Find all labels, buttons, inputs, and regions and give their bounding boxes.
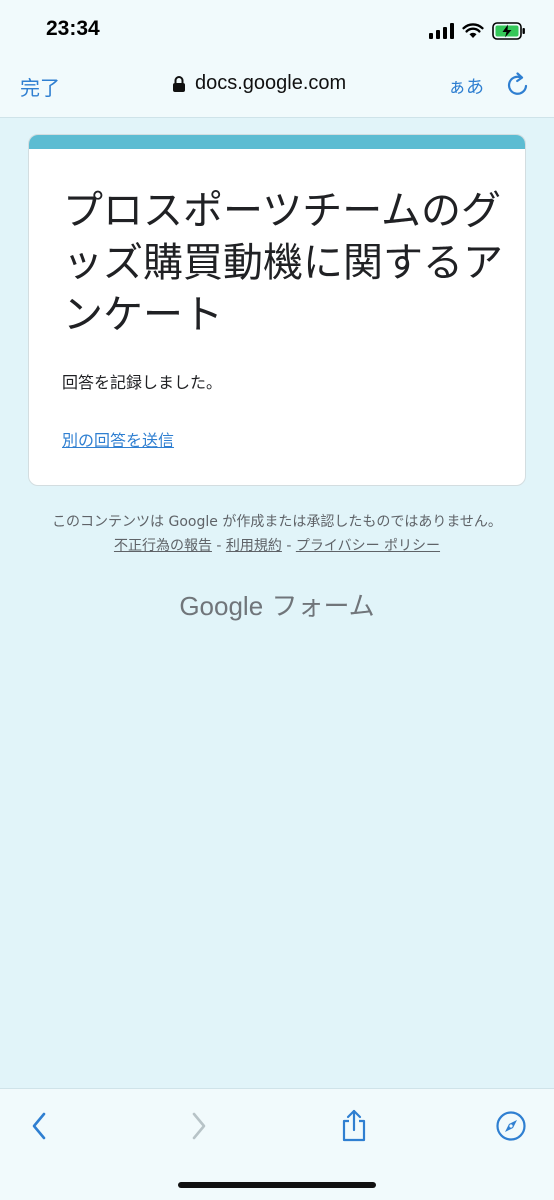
disclaimer-text: このコンテンツは Google が作成または承認したものではありません。 [52, 514, 502, 530]
form-title: プロスポーツチームのグッズ購買動機に関するアンケート [63, 188, 503, 338]
done-button[interactable]: 完了 [20, 72, 60, 101]
footer-separator: - [281, 538, 296, 554]
compass-icon [496, 1111, 526, 1141]
brand-forms: フォーム [271, 592, 375, 622]
chevron-right-icon [192, 1112, 206, 1140]
terms-link[interactable]: 利用規約 [226, 538, 282, 554]
forward-button[interactable] [182, 1109, 216, 1143]
confirmation-message: 回答を記録しました。 [62, 373, 223, 392]
url-text: docs.google.com [195, 72, 347, 94]
status-icons [429, 20, 526, 42]
back-button[interactable] [22, 1109, 56, 1143]
battery-charging-icon [492, 22, 525, 40]
share-button[interactable] [337, 1109, 371, 1143]
text-size-button[interactable]: ぁあ [448, 73, 484, 99]
chevron-left-icon [32, 1112, 46, 1140]
form-confirmation-card: プロスポーツチームのグッズ購買動機に関するアンケート 回答を記録しました。 別の… [28, 134, 526, 486]
address-field[interactable]: docs.google.com [172, 72, 346, 95]
home-indicator[interactable] [178, 1182, 376, 1188]
brand-google: Google [179, 591, 264, 621]
share-icon [342, 1109, 366, 1142]
footer-disclaimer: このコンテンツは Google が作成または承認したものではありません。 不正行… [44, 510, 510, 558]
report-abuse-link[interactable]: 不正行為の報告 [114, 538, 212, 554]
lock-icon [173, 75, 185, 92]
cellular-signal-icon [429, 23, 454, 39]
google-forms-logo[interactable]: Google フォーム [0, 586, 554, 623]
status-bar: 23:34 [0, 0, 554, 60]
safari-button[interactable] [494, 1109, 528, 1143]
privacy-policy-link[interactable]: プライバシー ポリシー [296, 538, 440, 554]
status-time: 23:34 [46, 17, 100, 40]
submit-another-response-link[interactable]: 別の回答を送信 [62, 427, 174, 451]
wifi-icon [462, 23, 484, 38]
browser-url-bar: 完了 docs.google.com ぁあ [0, 60, 554, 118]
footer-separator: - [211, 538, 226, 554]
reload-icon[interactable] [505, 72, 531, 98]
card-accent-bar [29, 135, 525, 149]
